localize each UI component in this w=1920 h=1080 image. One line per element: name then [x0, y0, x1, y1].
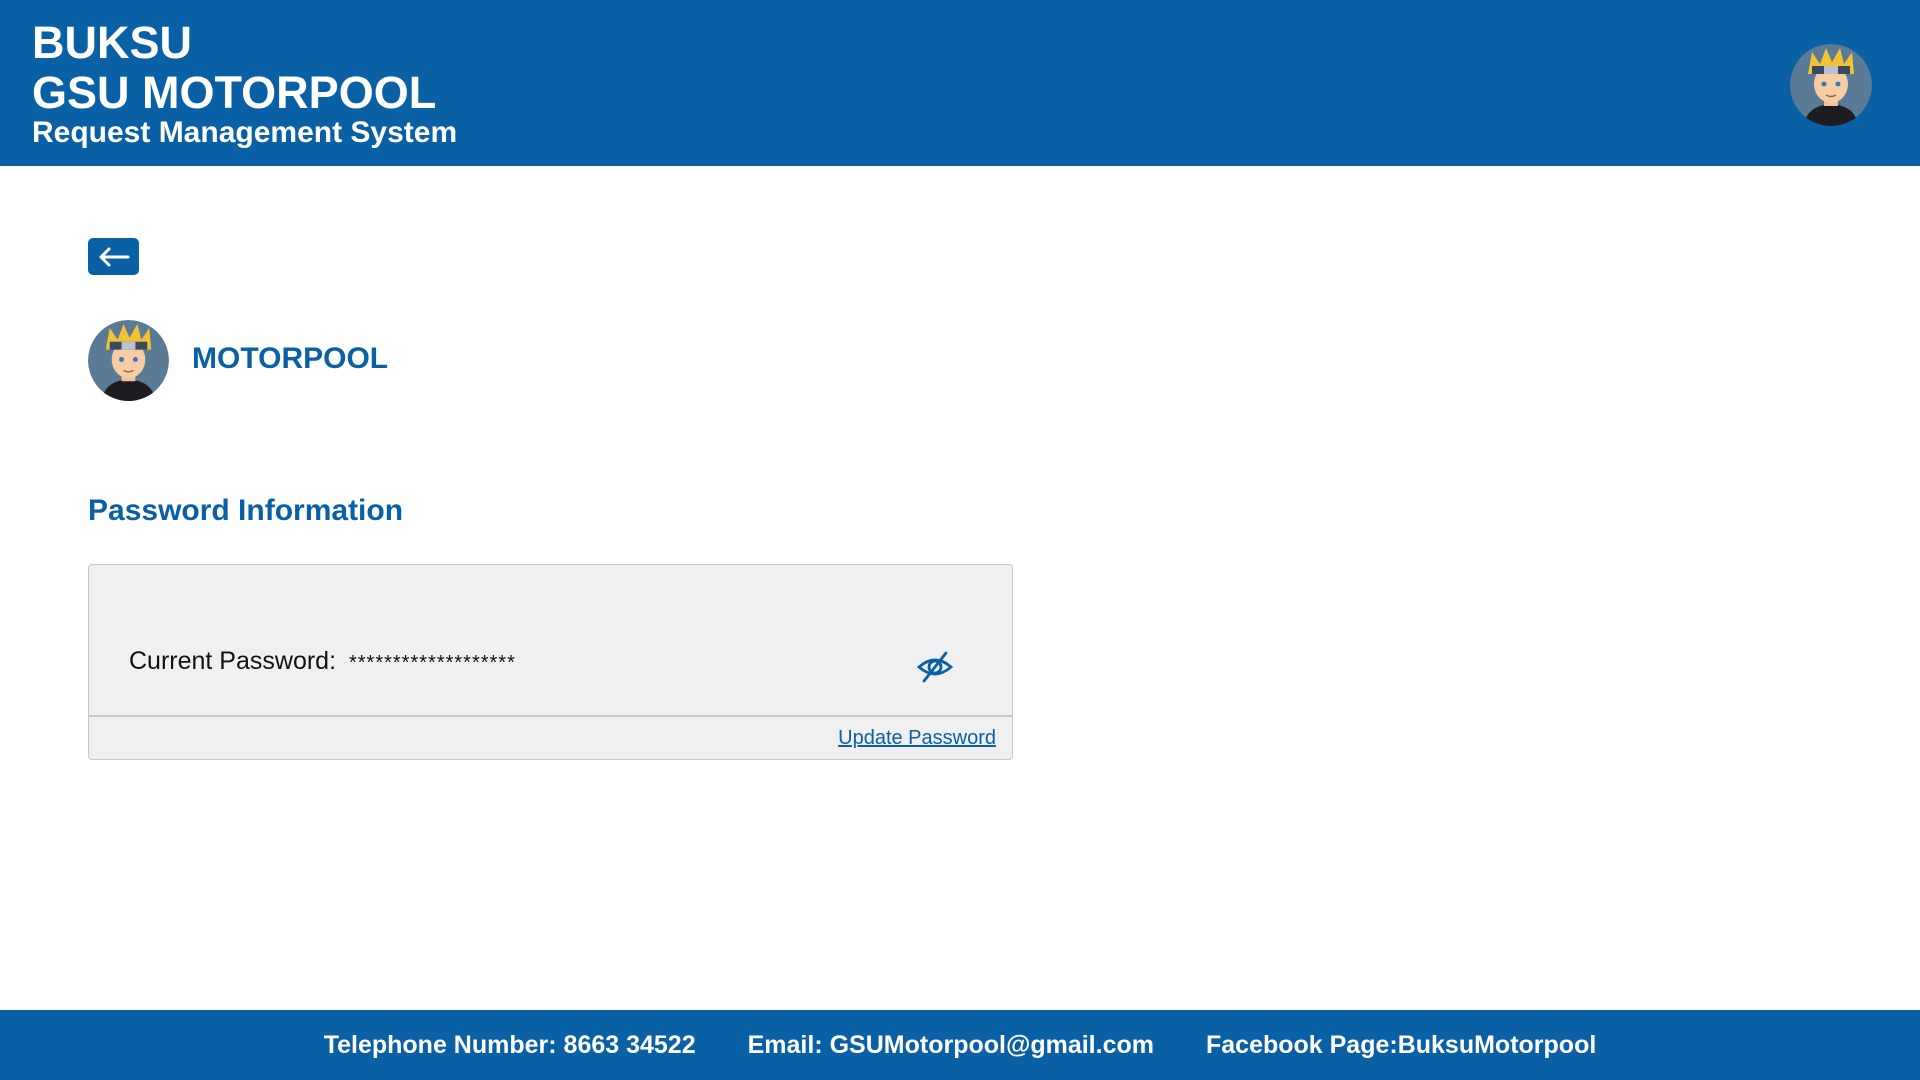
footer-telephone: Telephone Number: 8663 34522 [323, 1030, 696, 1059]
user-avatar-icon [1790, 44, 1872, 126]
card-divider [89, 715, 1012, 717]
brand-subtitle: GSU MOTORPOOL [32, 67, 437, 118]
eye-slash-icon [916, 651, 954, 683]
brand-tagline: Request Management System [32, 116, 458, 149]
app-footer: Telephone Number: 8663 34522 Email: GSUM… [0, 1010, 1920, 1080]
footer-email: Email: GSUMotorpool@gmail.com [747, 1030, 1154, 1059]
password-card: Current Password: ******************* Up… [88, 564, 1013, 760]
current-password-value: ******************* [348, 652, 516, 674]
back-button[interactable] [88, 238, 139, 275]
section-title: Password Information [88, 494, 404, 527]
password-visibility-toggle[interactable] [915, 647, 955, 687]
user-avatar-icon [88, 320, 169, 401]
profile-name: MOTORPOOL [192, 342, 389, 375]
brand-title: BUKSU [32, 17, 193, 68]
footer-facebook: Facebook Page:BuksuMotorpool [1205, 1030, 1597, 1059]
update-password-link[interactable]: Update Password [838, 725, 996, 751]
profile-avatar [88, 320, 169, 401]
header-avatar-button[interactable] [1790, 44, 1872, 126]
arrow-left-icon [99, 247, 129, 266]
current-password-row: Current Password: ******************* [129, 645, 516, 679]
app-header: BUKSU GSU MOTORPOOL Request Management S… [0, 0, 1920, 166]
current-password-label: Current Password: [129, 647, 337, 675]
